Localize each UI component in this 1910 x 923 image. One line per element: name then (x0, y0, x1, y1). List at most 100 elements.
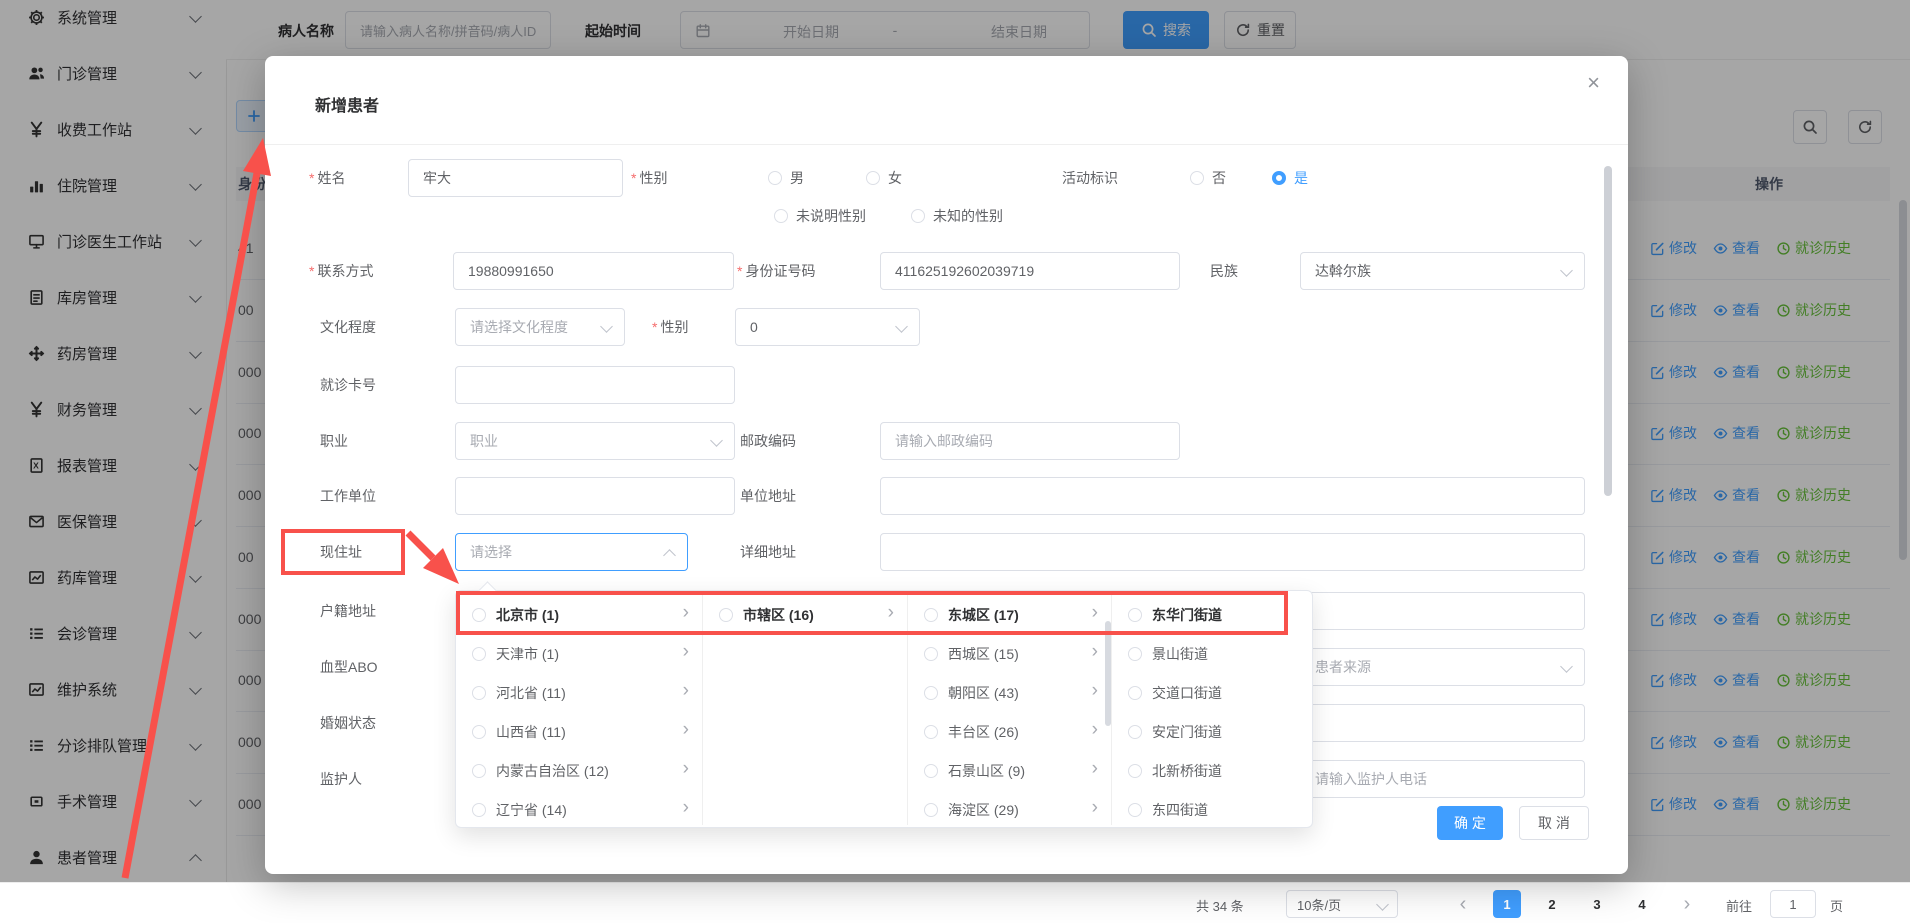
radio-gender-unspecified-label[interactable]: 未说明性别 (796, 206, 866, 226)
cascader-option[interactable]: 河北省 (11)› (456, 673, 702, 712)
radio-icon[interactable] (1128, 764, 1142, 778)
cascader-option[interactable]: 市辖区 (16)› (703, 595, 907, 634)
guardian-phone-input[interactable]: 请输入监护人电话 (1300, 760, 1585, 798)
page-number-2[interactable]: 2 (1538, 890, 1566, 918)
radio-icon[interactable] (472, 764, 486, 778)
radio-icon[interactable] (1128, 803, 1142, 817)
radio-icon[interactable] (472, 647, 486, 661)
radio-icon[interactable] (1128, 647, 1142, 661)
cascader-option-label: 东城区 (17) (948, 605, 1019, 625)
radio-icon[interactable] (719, 608, 733, 622)
radio-icon[interactable] (472, 803, 486, 817)
cascader-option-label: 交道口街道 (1152, 683, 1222, 703)
radio-yes-label[interactable]: 是 (1294, 168, 1308, 188)
radio-female-label[interactable]: 女 (888, 168, 902, 188)
modal-scrollbar[interactable] (1604, 166, 1612, 496)
cascader-option[interactable]: 东四街道 (1112, 790, 1314, 829)
education-select[interactable]: 请选择文化程度 (455, 308, 625, 346)
cascader-option-label: 东华门街道 (1152, 605, 1222, 625)
radio-gender-unspecified[interactable] (774, 209, 788, 223)
radio-no-label[interactable]: 否 (1212, 168, 1226, 188)
cascader-option[interactable]: 东华门街道 (1112, 595, 1314, 634)
radio-icon[interactable] (924, 764, 938, 778)
cascader-column-1: 北京市 (1)›天津市 (1)›河北省 (11)›山西省 (11)›内蒙古自治区… (456, 591, 703, 825)
page-size-select[interactable]: 10条/页 (1286, 890, 1398, 918)
name-input[interactable]: 牢大 (408, 159, 623, 197)
page-number-4[interactable]: 4 (1628, 890, 1656, 918)
chevron-right-icon: › (683, 642, 689, 661)
goto-page-input[interactable]: 1 (1770, 890, 1816, 918)
cascader-option[interactable]: 安定门街道 (1112, 712, 1314, 751)
chevron-right-icon: › (1092, 759, 1098, 778)
cascader-option-label: 内蒙古自治区 (12) (496, 761, 609, 781)
cascader-option-label: 景山街道 (1152, 644, 1208, 664)
cancel-button[interactable]: 取 消 (1519, 806, 1589, 840)
cascader-option[interactable]: 西城区 (15)› (908, 634, 1111, 673)
radio-gender-unknown[interactable] (911, 209, 925, 223)
radio-gender-unknown-label[interactable]: 未知的性别 (933, 206, 1003, 226)
contact-input[interactable]: 19880991650 (453, 252, 734, 290)
chevron-right-icon: › (683, 798, 689, 817)
work-address-input[interactable] (880, 477, 1585, 515)
cascader-option[interactable]: 朝阳区 (43)› (908, 673, 1111, 712)
radio-no[interactable] (1190, 171, 1204, 185)
cascader-option[interactable]: 东城区 (17)› (908, 595, 1111, 634)
postal-code-input[interactable]: 请输入邮政编码 (880, 422, 1180, 460)
radio-male[interactable] (768, 171, 782, 185)
ethnicity-select[interactable]: 达斡尔族 (1300, 252, 1585, 290)
occupation-select[interactable]: 职业 (455, 422, 735, 460)
cascader-option[interactable]: 海淀区 (29)› (908, 790, 1111, 829)
radio-icon[interactable] (924, 686, 938, 700)
next-page-button[interactable]: › (1673, 890, 1701, 918)
radio-icon[interactable] (924, 803, 938, 817)
cascader-option[interactable]: 山西省 (11) › (456, 712, 702, 751)
radio-icon[interactable] (472, 608, 486, 622)
chevron-right-icon: › (683, 603, 689, 622)
blood-type-label: 血型ABO (320, 657, 378, 677)
cascader-option-label: 山西省 (11) (496, 722, 566, 742)
marital-status-label: 婚姻状态 (320, 713, 376, 733)
current-address-select[interactable]: 请选择 (455, 533, 688, 571)
radio-icon[interactable] (472, 686, 486, 700)
active-flag-label: 活动标识 (1062, 168, 1118, 188)
radio-icon[interactable] (924, 608, 938, 622)
radio-icon[interactable] (1128, 725, 1142, 739)
detail-address-input[interactable] (880, 533, 1585, 571)
prev-page-button[interactable]: ‹ (1449, 890, 1477, 918)
cascader-option[interactable]: 天津市 (1)› (456, 634, 702, 673)
radio-icon[interactable] (924, 647, 938, 661)
confirm-button[interactable]: 确 定 (1437, 806, 1503, 840)
pagination-bar: 共 34 条 10条/页 ‹ 1234 › 前往 1 页 (0, 882, 1910, 923)
gender-code-label: *性别 (652, 317, 688, 337)
cascader-option[interactable]: 景山街道 (1112, 634, 1314, 673)
radio-icon[interactable] (1128, 608, 1142, 622)
cascader-option[interactable]: 内蒙古自治区 (12) › (456, 751, 702, 790)
radio-icon[interactable] (472, 725, 486, 739)
page-number-1[interactable]: 1 (1493, 890, 1521, 918)
radio-icon[interactable] (924, 725, 938, 739)
radio-female[interactable] (866, 171, 880, 185)
app-screen: 系统管理门诊管理收费工作站住院管理门诊医生工作站库房管理药房管理财务管理X报表管… (0, 0, 1910, 923)
patient-source-select[interactable]: 患者来源 (1300, 648, 1585, 686)
cascader-option[interactable]: 交道口街道 (1112, 673, 1314, 712)
cascader-column-3: 东城区 (17)›西城区 (15)›朝阳区 (43)›丰台区 (26)›石景山区… (908, 591, 1112, 825)
chevron-right-icon: › (683, 759, 689, 778)
work-unit-input[interactable] (455, 477, 735, 515)
radio-icon[interactable] (1128, 686, 1142, 700)
cascader-option[interactable]: 石景山区 (9)› (908, 751, 1111, 790)
card-no-input[interactable] (455, 366, 735, 404)
cascader-scrollbar[interactable] (1105, 621, 1111, 726)
radio-male-label[interactable]: 男 (790, 168, 804, 188)
cascader-option[interactable]: 丰台区 (26)› (908, 712, 1111, 751)
cascader-column-2: 市辖区 (16)› (703, 591, 908, 825)
page-number-3[interactable]: 3 (1583, 890, 1611, 918)
chevron-right-icon: › (683, 720, 689, 739)
cascader-option[interactable]: 辽宁省 (14)› (456, 790, 702, 829)
cascader-option[interactable]: 北新桥街道 (1112, 751, 1314, 790)
id-number-input[interactable]: 411625192602039719 (880, 252, 1180, 290)
cascader-option[interactable]: 北京市 (1)› (456, 595, 702, 634)
ethnicity-label: 民族 (1210, 261, 1238, 281)
radio-yes[interactable] (1272, 171, 1286, 185)
close-icon[interactable]: × (1587, 72, 1600, 94)
gender-code-select[interactable]: 0 (735, 308, 920, 346)
